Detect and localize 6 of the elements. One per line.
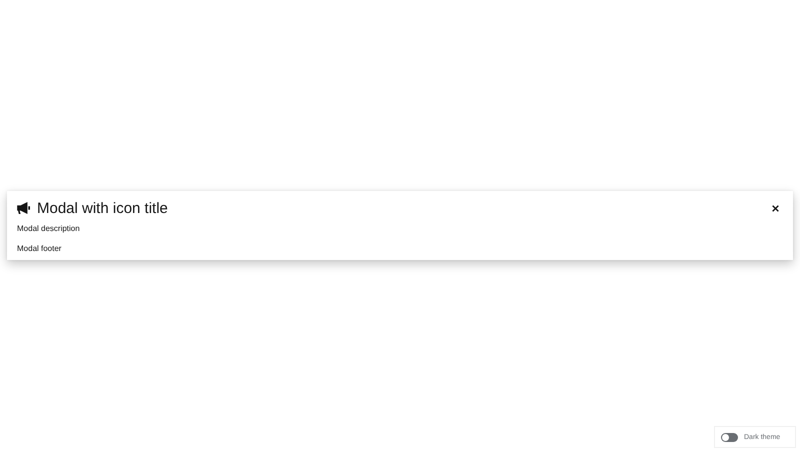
megaphone-icon xyxy=(17,202,31,214)
modal-description: Modal description xyxy=(17,224,81,232)
modal-footer: Modal footer xyxy=(17,244,783,252)
close-icon xyxy=(772,204,779,212)
dark-theme-toggle[interactable] xyxy=(721,432,738,442)
modal-title: Modal with icon title xyxy=(37,200,168,216)
